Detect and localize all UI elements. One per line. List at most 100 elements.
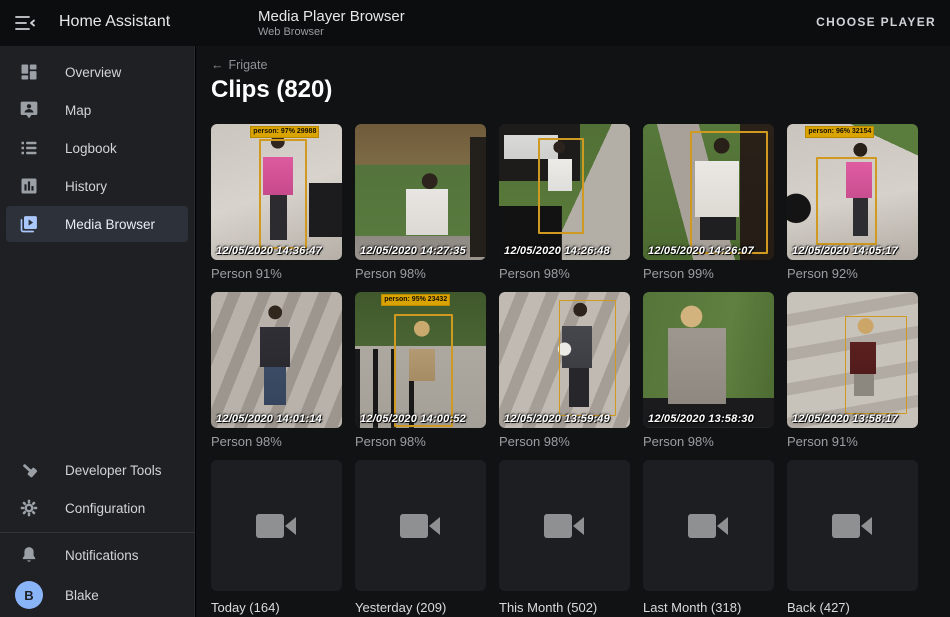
sidebar-item-notifications[interactable]: Notifications xyxy=(6,537,188,573)
folder-label: This Month (502) xyxy=(499,600,630,615)
detection-label: person: 97% 29988 xyxy=(250,126,319,138)
video-camera-icon xyxy=(398,509,444,543)
sidebar-item-label: Developer Tools xyxy=(65,463,162,478)
avatar: B xyxy=(15,581,43,609)
play-box-multiple-icon xyxy=(18,213,40,235)
clip-item[interactable]: 12/05/2020 14:26:07 Person 99% xyxy=(643,124,774,281)
clip-item[interactable]: 12/05/2020 13:59:49 Person 98% xyxy=(499,292,630,449)
clip-thumbnail[interactable]: 12/05/2020 14:01:14 xyxy=(211,292,342,428)
folder-tile[interactable] xyxy=(355,460,486,591)
clip-caption: Person 98% xyxy=(355,434,486,449)
back-label: Frigate xyxy=(229,58,268,72)
clip-item[interactable]: 12/05/2020 13:58:30 Person 98% xyxy=(643,292,774,449)
sidebar-item-overview[interactable]: Overview xyxy=(6,54,188,90)
media-player-title: Media Player Browser xyxy=(258,7,405,26)
folder-item-this-month[interactable]: This Month (502) xyxy=(499,460,630,615)
clip-item[interactable]: 12/05/2020 13:58:17 Person 91% xyxy=(787,292,918,449)
clip-thumbnail[interactable]: person: 95% 23432 12/05/2020 14:00:52 xyxy=(355,292,486,428)
clip-caption: Person 98% xyxy=(643,434,774,449)
sidebar-item-media-browser[interactable]: Media Browser xyxy=(6,206,188,242)
clip-item[interactable]: person: 96% 32154 12/05/2020 14:05:17 Pe… xyxy=(787,124,918,281)
sidebar-item-label: History xyxy=(65,179,107,194)
clip-timestamp: 12/05/2020 14:26:48 xyxy=(504,245,610,257)
folder-label: Yesterday (209) xyxy=(355,600,486,615)
back-breadcrumb[interactable]: ← Frigate xyxy=(211,58,267,72)
chart-box-icon xyxy=(18,175,40,197)
clip-thumbnail[interactable]: 12/05/2020 13:59:49 xyxy=(499,292,630,428)
clip-thumbnail[interactable]: person: 96% 32154 12/05/2020 14:05:17 xyxy=(787,124,918,260)
clip-thumbnail[interactable]: 12/05/2020 14:27:35 xyxy=(355,124,486,260)
sidebar-item-label: Logbook xyxy=(65,141,117,156)
sidebar-user-profile[interactable]: B Blake xyxy=(6,575,188,615)
folder-tile[interactable] xyxy=(211,460,342,591)
clip-thumbnail[interactable]: person: 97% 29988 12/05/2020 14:36:47 xyxy=(211,124,342,260)
folder-tile[interactable] xyxy=(643,460,774,591)
sidebar: Overview Map Logbook xyxy=(0,46,195,617)
sidebar-item-history[interactable]: History xyxy=(6,168,188,204)
sidebar-item-label: Map xyxy=(65,103,91,118)
top-app-bar: Home Assistant Media Player Browser Web … xyxy=(0,0,950,46)
clip-caption: Person 98% xyxy=(499,434,630,449)
detection-box xyxy=(816,157,878,245)
video-camera-icon xyxy=(254,509,300,543)
media-player-subtitle: Web Browser xyxy=(258,26,405,39)
sidebar-item-map[interactable]: Map xyxy=(6,92,188,128)
clip-timestamp: 12/05/2020 14:05:17 xyxy=(792,245,898,257)
detection-label: person: 96% 32154 xyxy=(805,126,874,138)
gear-icon xyxy=(18,497,40,519)
media-browser-content: ← Frigate Clips (820) person: 97% 29988 1… xyxy=(196,46,950,617)
folder-tile[interactable] xyxy=(787,460,918,591)
detection-box xyxy=(259,139,306,249)
video-camera-icon xyxy=(542,509,588,543)
folder-item-back[interactable]: Back (427) xyxy=(787,460,918,615)
clip-timestamp: 12/05/2020 14:27:35 xyxy=(360,245,466,257)
folder-item-last-month[interactable]: Last Month (318) xyxy=(643,460,774,615)
clip-caption: Person 92% xyxy=(787,266,918,281)
folder-item-yesterday[interactable]: Yesterday (209) xyxy=(355,460,486,615)
clip-timestamp: 12/05/2020 13:58:30 xyxy=(648,413,754,425)
bell-icon xyxy=(18,544,40,566)
sidebar-item-configuration[interactable]: Configuration xyxy=(6,490,188,526)
clip-item[interactable]: person: 97% 29988 12/05/2020 14:36:47 Pe… xyxy=(211,124,342,281)
clip-timestamp: 12/05/2020 14:36:47 xyxy=(216,245,322,257)
folder-label: Last Month (318) xyxy=(643,600,774,615)
clip-thumbnail[interactable]: 12/05/2020 14:26:48 xyxy=(499,124,630,260)
clip-thumbnail[interactable]: 12/05/2020 14:26:07 xyxy=(643,124,774,260)
back-arrow-icon: ← xyxy=(211,58,224,72)
folder-label: Back (427) xyxy=(787,600,918,615)
user-name: Blake xyxy=(65,588,99,603)
clip-item[interactable]: 12/05/2020 14:27:35 Person 98% xyxy=(355,124,486,281)
choose-player-button[interactable]: CHOOSE PLAYER xyxy=(816,15,936,29)
folder-tile[interactable] xyxy=(499,460,630,591)
clip-item[interactable]: person: 95% 23432 12/05/2020 14:00:52 Pe… xyxy=(355,292,486,449)
clip-caption: Person 91% xyxy=(211,266,342,281)
sidebar-item-logbook[interactable]: Logbook xyxy=(6,130,188,166)
detection-box xyxy=(845,316,907,413)
map-account-icon xyxy=(18,99,40,121)
clip-caption: Person 98% xyxy=(355,266,486,281)
clip-thumbnail[interactable]: 12/05/2020 13:58:30 xyxy=(643,292,774,428)
clip-item[interactable]: 12/05/2020 14:26:48 Person 98% xyxy=(499,124,630,281)
detection-box xyxy=(690,131,767,255)
clip-caption: Person 91% xyxy=(787,434,918,449)
menu-open-icon[interactable] xyxy=(14,13,36,33)
clip-item[interactable]: 12/05/2020 14:01:14 Person 98% xyxy=(211,292,342,449)
page-header: Media Player Browser Web Browser xyxy=(258,7,405,39)
detection-box xyxy=(394,314,453,427)
hammer-icon xyxy=(18,459,40,481)
clips-grid: person: 97% 29988 12/05/2020 14:36:47 Pe… xyxy=(211,124,918,615)
clip-timestamp: 12/05/2020 14:00:52 xyxy=(360,413,466,425)
video-camera-icon xyxy=(830,509,876,543)
page-title: Clips (820) xyxy=(211,76,332,104)
clip-thumbnail[interactable]: 12/05/2020 13:58:17 xyxy=(787,292,918,428)
list-bulleted-icon xyxy=(18,137,40,159)
sidebar-divider xyxy=(0,532,194,533)
folder-item-today[interactable]: Today (164) xyxy=(211,460,342,615)
clip-caption: Person 98% xyxy=(499,266,630,281)
video-camera-icon xyxy=(686,509,732,543)
clip-timestamp: 12/05/2020 14:26:07 xyxy=(648,245,754,257)
clip-timestamp: 12/05/2020 13:58:17 xyxy=(792,413,898,425)
detection-box xyxy=(559,300,616,416)
sidebar-item-developer-tools[interactable]: Developer Tools xyxy=(6,452,188,488)
view-dashboard-icon xyxy=(18,61,40,83)
